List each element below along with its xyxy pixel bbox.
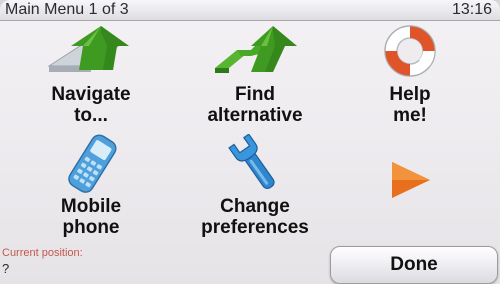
navigate-to-label-line2: to...: [74, 105, 108, 126]
find-alternative-label-line2: alternative: [207, 105, 303, 126]
alternative-route-icon: [215, 26, 297, 73]
menu-title: Main Menu 1 of 3: [5, 1, 129, 18]
current-position-value: ?: [2, 261, 10, 276]
find-alternative-button[interactable]: Find alternative: [180, 22, 330, 126]
mobile-phone-button[interactable]: Mobile phone: [16, 134, 166, 238]
tomtom-screen: Main Menu 1 of 3 13:16 Navigate to... Fi…: [0, 0, 500, 284]
navigate-to-button[interactable]: Navigate to...: [16, 22, 166, 126]
mobile-phone-label-line2: phone: [62, 217, 120, 238]
done-button[interactable]: Done: [330, 246, 498, 284]
navigate-arrow-icon: [47, 26, 129, 72]
navigate-to-label-line1: Navigate: [51, 84, 131, 105]
help-me-label-line1: Help: [389, 84, 431, 105]
next-page-button[interactable]: [335, 134, 485, 238]
help-me-label-line2: me!: [393, 105, 427, 126]
change-preferences-button[interactable]: Change preferences: [180, 134, 330, 238]
wrench-icon: [228, 134, 275, 190]
title-bar: Main Menu 1 of 3 13:16: [0, 0, 500, 21]
next-page-arrow-icon: [392, 162, 430, 198]
help-me-button[interactable]: Help me!: [335, 22, 485, 126]
change-preferences-label-line1: Change: [220, 196, 290, 217]
mobile-phone-label-line1: Mobile: [60, 196, 122, 217]
find-alternative-label-line1: Find: [234, 84, 276, 105]
current-position-label: Current position:: [2, 247, 83, 259]
change-preferences-label-line2: preferences: [201, 217, 309, 238]
lifebuoy-icon: [384, 25, 436, 77]
mobile-phone-icon: [68, 134, 117, 193]
clock-time: 13:16: [451, 1, 492, 18]
